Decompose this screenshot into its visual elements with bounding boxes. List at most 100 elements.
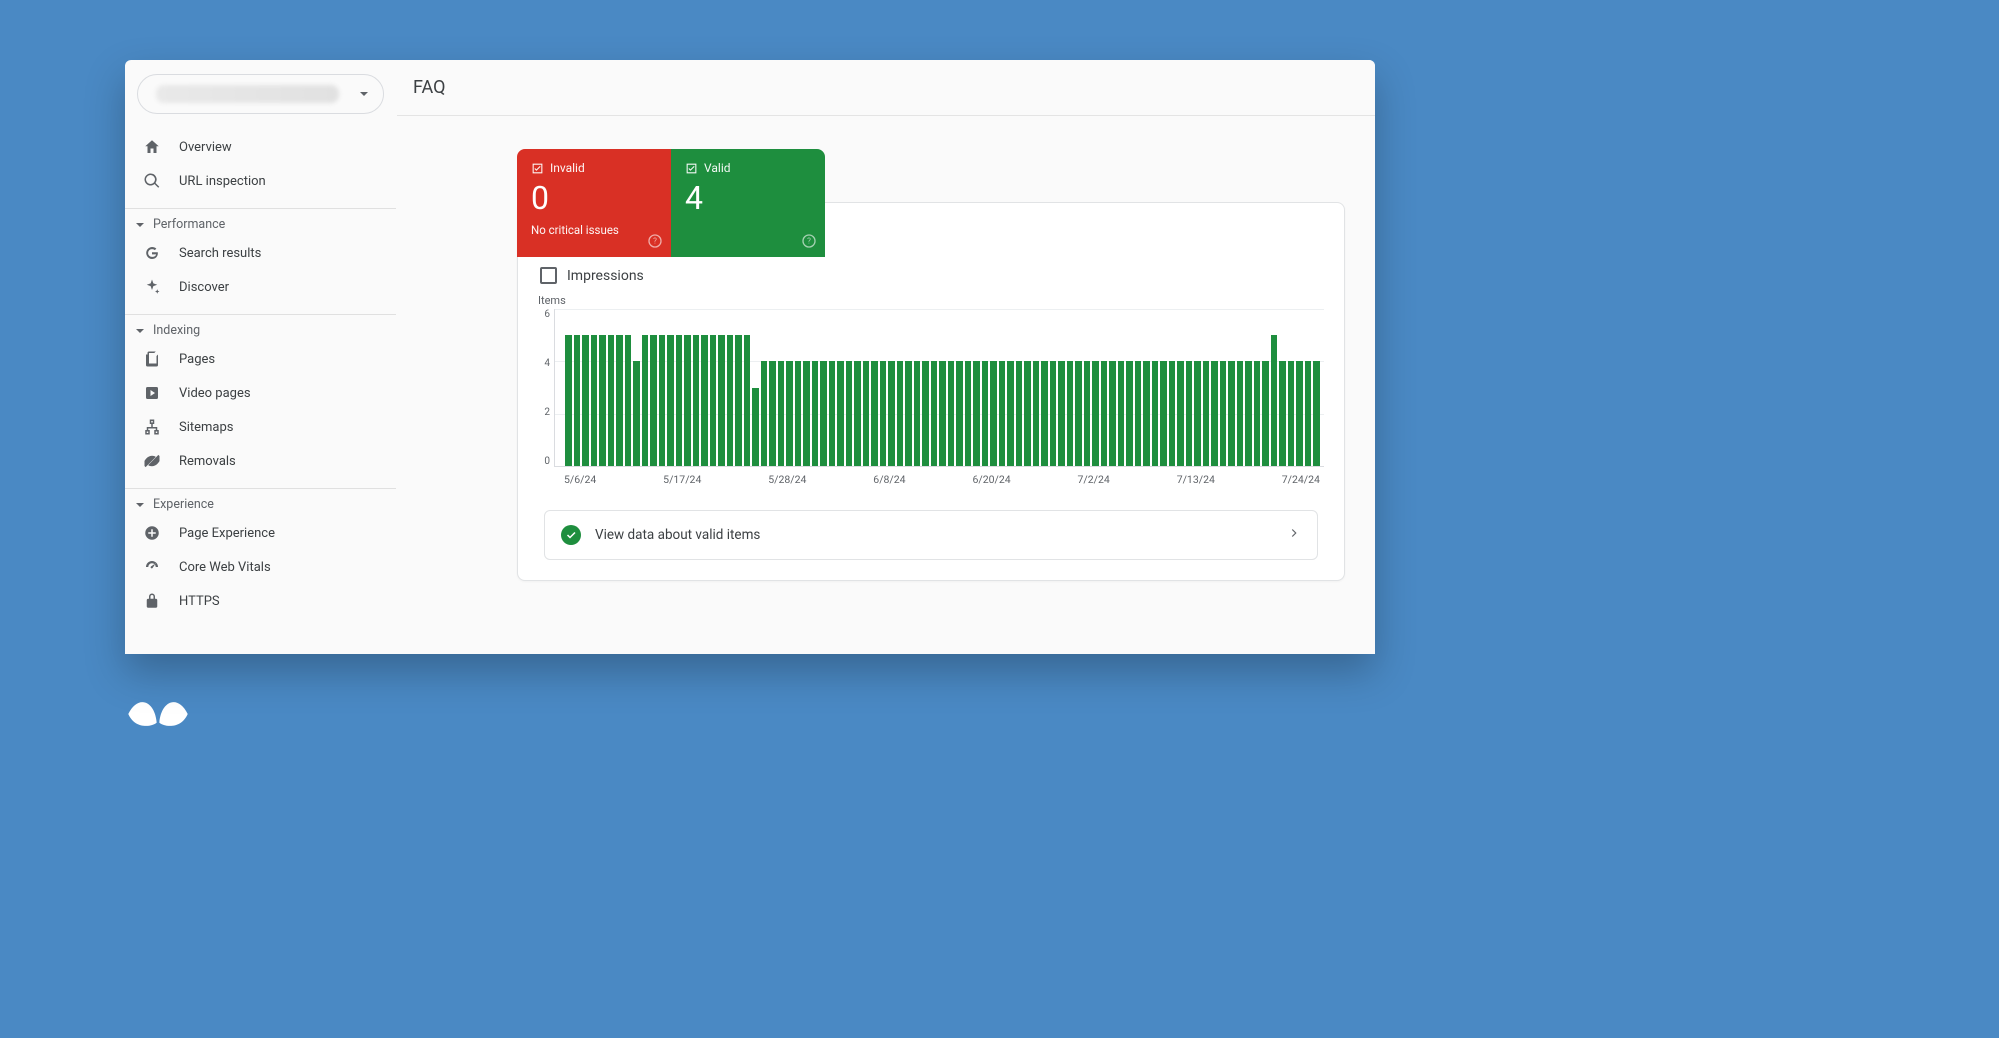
chart-bar	[574, 335, 581, 466]
link-label: View data about valid items	[595, 527, 1273, 543]
sidebar-section-label: Indexing	[153, 323, 200, 338]
property-selector[interactable]	[137, 74, 384, 114]
x-tick: 7/13/24	[1177, 473, 1215, 486]
sidebar-item-https[interactable]: HTTPS	[125, 584, 396, 618]
chart-bar	[735, 335, 742, 466]
chart-bar	[1024, 361, 1031, 466]
chart-bar	[905, 361, 912, 466]
sidebar-item-label: HTTPS	[179, 594, 220, 609]
sidebar-item-overview[interactable]: Overview	[125, 130, 396, 164]
chart-bar	[1143, 361, 1150, 466]
help-icon[interactable]: ?	[647, 233, 663, 249]
chart-bar	[846, 361, 853, 466]
status-card: Invalid 0 No critical issues ? Valid 4 ?	[517, 202, 1345, 581]
sidebar-section-performance[interactable]: Performance	[125, 208, 396, 236]
sidebar-item-label: Discover	[179, 280, 229, 295]
chart-bar	[1126, 361, 1133, 466]
chart-bar	[1313, 361, 1320, 466]
chart-bar	[769, 361, 776, 466]
chart-bar	[684, 335, 691, 466]
sidebar-item-label: Core Web Vitals	[179, 560, 271, 575]
checkbox-checked-icon	[685, 162, 698, 175]
sidebar-item-video-pages[interactable]: Video pages	[125, 376, 396, 410]
chart-bar	[1084, 361, 1091, 466]
sidebar-item-pages[interactable]: Pages	[125, 342, 396, 376]
chart-bar	[931, 361, 938, 466]
chart-bar	[854, 361, 861, 466]
chart-bar	[701, 335, 708, 466]
chart-x-axis: 5/6/24 5/17/24 5/28/24 6/8/24 6/20/24 7/…	[554, 467, 1324, 486]
chart-bar	[1152, 361, 1159, 466]
checkbox-icon[interactable]	[540, 267, 557, 284]
chart-bar	[871, 361, 878, 466]
chart-bar	[1058, 361, 1065, 466]
sidebar-item-label: URL inspection	[179, 174, 266, 189]
chart-bar	[659, 335, 666, 466]
sidebar-item-removals[interactable]: Removals	[125, 444, 396, 478]
tile-subtext: No critical issues	[531, 223, 657, 237]
x-tick: 7/2/24	[1078, 473, 1110, 486]
chart-bar	[990, 361, 997, 466]
sidebar-item-label: Video pages	[179, 386, 251, 401]
sidebar-item-sitemaps[interactable]: Sitemaps	[125, 410, 396, 444]
checkbox-checked-icon	[531, 162, 544, 175]
svg-text:?: ?	[807, 237, 811, 246]
chart-bar	[1050, 361, 1057, 466]
sidebar-section-indexing[interactable]: Indexing	[125, 314, 396, 342]
chart-bar	[914, 361, 921, 466]
sidebar-item-page-experience[interactable]: Page Experience	[125, 516, 396, 550]
chart-bar	[1254, 361, 1261, 466]
x-tick: 5/17/24	[663, 473, 701, 486]
sidebar-item-url-inspection[interactable]: URL inspection	[125, 164, 396, 198]
sidebar-item-label: Removals	[179, 454, 236, 469]
lock-icon	[143, 592, 161, 610]
chart-bar	[812, 361, 819, 466]
chart-bar	[973, 361, 980, 466]
video-pages-icon	[143, 384, 161, 402]
chart-bar	[803, 361, 810, 466]
chart-bar	[1305, 361, 1312, 466]
chart-bar	[718, 335, 725, 466]
chart-bar	[880, 361, 887, 466]
chart-bar	[999, 361, 1006, 466]
chart-bar	[863, 361, 870, 466]
sidebar-item-core-web-vitals[interactable]: Core Web Vitals	[125, 550, 396, 584]
chart-bar	[1288, 361, 1295, 466]
chart-bar	[1211, 361, 1218, 466]
chart-bar	[897, 361, 904, 466]
sidebar-item-label: Search results	[179, 246, 261, 261]
chart-bar	[616, 335, 623, 466]
chart-bar	[1075, 361, 1082, 466]
sidebar-item-label: Pages	[179, 352, 215, 367]
chevron-down-icon	[135, 326, 145, 336]
chart-bar	[829, 361, 836, 466]
title-row: FAQ	[397, 60, 1375, 116]
chart-bar	[1296, 361, 1303, 466]
chart-bar	[1279, 361, 1286, 466]
sidebar-item-label: Sitemaps	[179, 420, 234, 435]
y-tick: 4	[544, 358, 550, 369]
chart-bar	[1186, 361, 1193, 466]
impressions-label: Impressions	[567, 268, 644, 284]
eye-off-icon	[143, 452, 161, 470]
chart-bar	[1135, 361, 1142, 466]
chart-bar	[820, 361, 827, 466]
tile-label: Valid	[704, 161, 731, 175]
chart-bar	[1067, 361, 1074, 466]
plus-circle-icon	[143, 524, 161, 542]
chart-bar	[1194, 361, 1201, 466]
chart-bar	[676, 335, 683, 466]
x-tick: 6/20/24	[972, 473, 1010, 486]
chart-bar	[761, 361, 768, 466]
sidebar-item-discover[interactable]: Discover	[125, 270, 396, 304]
sidebar-section-experience[interactable]: Experience	[125, 488, 396, 516]
sidebar-item-search-results[interactable]: Search results	[125, 236, 396, 270]
chart-bar	[922, 361, 929, 466]
tile-invalid[interactable]: Invalid 0 No critical issues ?	[517, 149, 671, 257]
help-icon[interactable]: ?	[801, 233, 817, 249]
main-content: FAQ Invalid 0 No critical issues ?	[397, 60, 1375, 654]
chart-bar	[1092, 361, 1099, 466]
tile-value: 4	[685, 179, 811, 217]
tile-valid[interactable]: Valid 4 ?	[671, 149, 825, 257]
view-valid-items-link[interactable]: View data about valid items	[544, 510, 1318, 560]
